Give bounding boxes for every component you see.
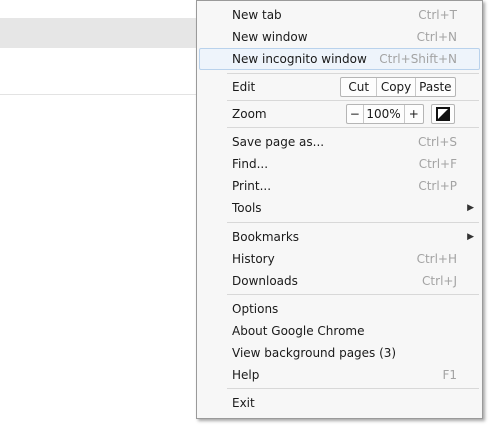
zoom-in-button[interactable]: + — [403, 105, 424, 123]
menu-item-background-pages[interactable]: View background pages (3) — [199, 342, 480, 364]
menu-item-shortcut: Ctrl+S — [417, 135, 457, 149]
menu-item-new-window[interactable]: New window Ctrl+N — [199, 26, 480, 48]
menu-item-new-tab[interactable]: New tab Ctrl+T — [199, 4, 480, 26]
menu-separator — [227, 127, 479, 128]
menu-separator — [227, 388, 479, 389]
menu-item-label: Save page as... — [232, 135, 325, 149]
copy-button[interactable]: Copy — [376, 78, 414, 96]
menu-item-exit[interactable]: Exit — [199, 392, 480, 414]
menu-item-help[interactable]: Help F1 — [199, 364, 480, 386]
menu-item-label: Exit — [232, 396, 255, 410]
menu-item-save-page[interactable]: Save page as... Ctrl+S — [199, 131, 480, 153]
fullscreen-button[interactable] — [431, 104, 455, 124]
menu-item-label: About Google Chrome — [232, 324, 365, 338]
menu-item-label: View background pages (3) — [232, 346, 397, 360]
menu-separator — [227, 294, 479, 295]
menu-item-label: History — [232, 252, 275, 266]
menu-item-edit: Edit Cut Copy Paste — [199, 75, 480, 99]
menu-item-label: Zoom — [232, 107, 267, 121]
menu-item-shortcut: Ctrl+F — [418, 157, 457, 171]
menu-item-label: Help — [232, 368, 260, 382]
fullscreen-icon — [436, 107, 450, 121]
menu-item-label: Edit — [232, 80, 256, 94]
menu-item-tools[interactable]: Tools ▶ — [199, 197, 480, 219]
menu-item-label: Downloads — [232, 274, 298, 288]
menu-item-about[interactable]: About Google Chrome — [199, 320, 480, 342]
menu-separator — [227, 73, 479, 74]
menu-item-bookmarks[interactable]: Bookmarks ▶ — [199, 226, 480, 248]
menu-item-shortcut: Ctrl+N — [416, 30, 457, 44]
paste-button[interactable]: Paste — [414, 78, 455, 96]
menu-item-label: New window — [232, 30, 308, 44]
chrome-wrench-menu: New tab Ctrl+T New window Ctrl+N New inc… — [196, 0, 483, 419]
menu-item-history[interactable]: History Ctrl+H — [199, 248, 480, 270]
menu-item-downloads[interactable]: Downloads Ctrl+J — [199, 270, 480, 292]
menu-item-label: Find... — [232, 157, 269, 171]
menu-item-label: Options — [232, 302, 279, 316]
menu-item-find[interactable]: Find... Ctrl+F — [199, 153, 480, 175]
menu-item-label: Bookmarks — [232, 230, 300, 244]
page-divider — [0, 94, 200, 95]
submenu-arrow-icon: ▶ — [467, 232, 474, 242]
submenu-arrow-icon: ▶ — [467, 203, 474, 213]
menu-item-new-incognito-window[interactable]: New incognito window Ctrl+Shift+N — [199, 48, 480, 70]
menu-item-shortcut: Ctrl+Shift+N — [379, 52, 457, 66]
menu-item-label: Tools — [232, 201, 262, 215]
menu-item-shortcut: Ctrl+J — [422, 274, 457, 288]
page-toolbar-strip — [0, 18, 200, 48]
menu-item-label: New tab — [232, 8, 282, 22]
menu-separator — [227, 100, 479, 101]
menu-item-label: New incognito window — [232, 52, 367, 66]
edit-button-group: Cut Copy Paste — [340, 77, 456, 97]
menu-item-zoom: Zoom − 100% + — [199, 102, 480, 126]
menu-item-print[interactable]: Print... Ctrl+P — [199, 175, 480, 197]
menu-item-options[interactable]: Options — [199, 298, 480, 320]
menu-item-label: Print... — [232, 179, 272, 193]
menu-separator — [227, 222, 479, 223]
menu-item-shortcut: Ctrl+P — [418, 179, 457, 193]
zoom-out-button[interactable]: − — [347, 105, 363, 123]
zoom-level: 100% — [362, 105, 404, 123]
menu-item-shortcut: F1 — [442, 368, 457, 382]
zoom-control-group: − 100% + — [346, 104, 424, 124]
menu-item-shortcut: Ctrl+T — [418, 8, 457, 22]
cut-button[interactable]: Cut — [341, 78, 376, 96]
menu-item-shortcut: Ctrl+H — [416, 252, 457, 266]
